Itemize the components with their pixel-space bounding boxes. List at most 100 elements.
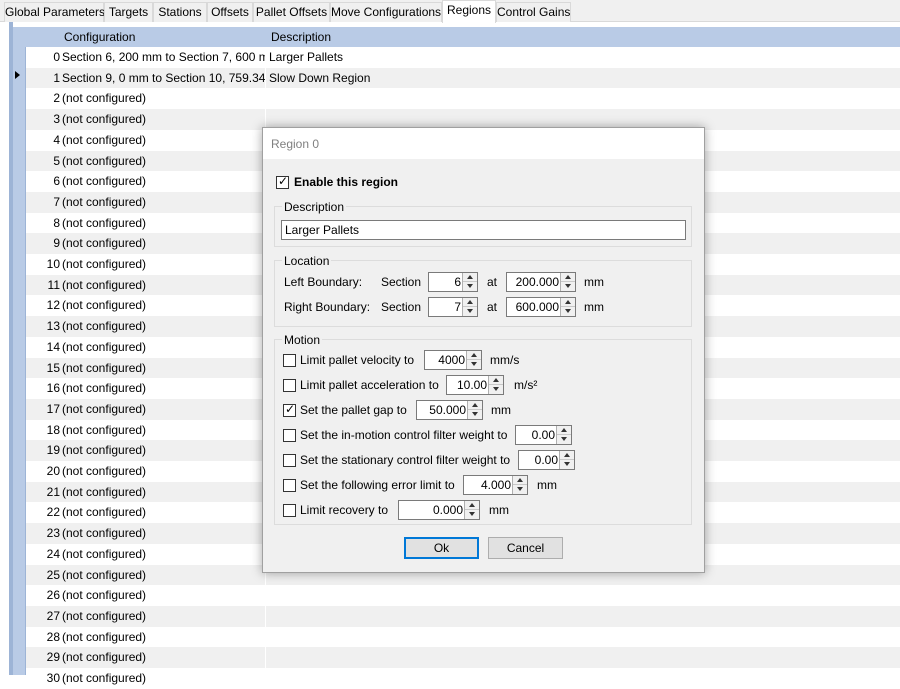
column-header-description[interactable]: Description [271,27,331,47]
configuration-cell[interactable]: (not configured) [62,668,265,689]
stationary-filter-spinner[interactable]: 0.00 [518,450,575,470]
row-index-cell[interactable]: 12 [26,295,60,316]
in-motion-filter-checkbox[interactable] [283,429,296,442]
limit-recovery-checkbox[interactable] [283,504,296,517]
velocity-spinner[interactable]: 4000 [424,350,482,370]
configuration-cell[interactable]: (not configured) [62,316,265,337]
configuration-cell[interactable]: (not configured) [62,420,265,441]
configuration-cell[interactable]: (not configured) [62,130,265,151]
configuration-cell[interactable]: (not configured) [62,399,265,420]
spinner-down-icon[interactable] [561,307,575,316]
description-cell[interactable] [269,606,869,627]
configuration-cell[interactable]: (not configured) [62,109,265,130]
configuration-cell[interactable]: (not configured) [62,171,265,192]
row-index-cell[interactable]: 3 [26,109,60,130]
spinner-down-icon[interactable] [467,360,481,369]
configuration-cell[interactable]: (not configured) [62,337,265,358]
tab-offsets[interactable]: Offsets [207,2,253,22]
spinner-up-icon[interactable] [465,501,479,510]
enable-region-label[interactable]: Enable this region [294,175,398,189]
table-row[interactable]: 29 (not configured) [26,647,900,668]
spinner-down-icon[interactable] [463,307,477,316]
table-row[interactable]: 0 Section 6, 200 mm to Section 7, 600 mm L… [26,47,900,68]
row-index-cell[interactable]: 26 [26,585,60,606]
row-index-cell[interactable]: 13 [26,316,60,337]
row-index-cell[interactable]: 5 [26,151,60,172]
configuration-cell[interactable]: (not configured) [62,461,265,482]
column-header-configuration[interactable]: Configuration [64,27,135,47]
row-index-cell[interactable]: 16 [26,378,60,399]
spinner-up-icon[interactable] [489,376,503,385]
configuration-cell[interactable]: Section 6, 200 mm to Section 7, 600 mm [62,47,265,68]
row-index-cell[interactable]: 6 [26,171,60,192]
description-cell[interactable] [269,647,869,668]
spinner-up-icon[interactable] [561,273,575,282]
left-section-spinner[interactable]: 6 [428,272,478,292]
row-index-cell[interactable]: 8 [26,213,60,234]
configuration-cell[interactable]: (not configured) [62,275,265,296]
row-index-cell[interactable]: 9 [26,233,60,254]
configuration-cell[interactable]: (not configured) [62,233,265,254]
following-error-spinner[interactable]: 4.000 [463,475,528,495]
row-index-cell[interactable]: 29 [26,647,60,668]
spinner-up-icon[interactable] [513,476,527,485]
row-index-cell[interactable]: 30 [26,668,60,689]
dialog-titlebar[interactable]: Region 0 [263,128,704,159]
row-index-cell[interactable]: 7 [26,192,60,213]
configuration-cell[interactable]: (not configured) [62,523,265,544]
row-index-cell[interactable]: 1 [26,68,60,89]
row-index-cell[interactable]: 22 [26,502,60,523]
following-error-label[interactable]: Set the following error limit to [300,478,455,492]
limit-velocity-label[interactable]: Limit pallet velocity to [300,353,414,367]
spinner-down-icon[interactable] [465,510,479,519]
configuration-cell[interactable]: (not configured) [62,647,265,668]
table-row[interactable]: 28 (not configured) [26,626,900,648]
row-index-cell[interactable]: 14 [26,337,60,358]
configuration-cell[interactable]: (not configured) [62,544,265,565]
spinner-down-icon[interactable] [468,410,482,419]
configuration-cell[interactable]: (not configured) [62,254,265,275]
spinner-up-icon[interactable] [463,298,477,307]
table-row[interactable]: 1 Section 9, 0 mm to Section 10, 759.34 Sl… [26,67,900,89]
configuration-cell[interactable]: (not configured) [62,565,265,586]
spinner-up-icon[interactable] [468,401,482,410]
row-index-cell[interactable]: 18 [26,420,60,441]
spinner-up-icon[interactable] [561,298,575,307]
configuration-cell[interactable]: (not configured) [62,192,265,213]
description-cell[interactable] [269,668,869,689]
configuration-cell[interactable]: (not configured) [62,213,265,234]
configuration-cell[interactable]: Section 9, 0 mm to Section 10, 759.34 [62,68,265,89]
row-index-cell[interactable]: 27 [26,606,60,627]
spinner-down-icon[interactable] [560,460,574,469]
table-row[interactable]: 27 (not configured) [26,605,900,627]
row-index-cell[interactable]: 24 [26,544,60,565]
configuration-cell[interactable]: (not configured) [62,585,265,606]
configuration-cell[interactable]: (not configured) [62,627,265,648]
spinner-down-icon[interactable] [489,385,503,394]
description-cell[interactable] [269,88,869,109]
stationary-filter-label[interactable]: Set the stationary control filter weight… [300,453,510,467]
spinner-down-icon[interactable] [513,485,527,494]
configuration-cell[interactable]: (not configured) [62,295,265,316]
limit-recovery-label[interactable]: Limit recovery to [300,503,388,517]
description-input[interactable]: Larger Pallets [281,220,686,240]
description-cell[interactable]: Larger Pallets [269,47,869,68]
configuration-cell[interactable]: (not configured) [62,88,265,109]
configuration-cell[interactable]: (not configured) [62,358,265,379]
row-index-cell[interactable]: 21 [26,482,60,503]
left-position-spinner[interactable]: 200.000 [506,272,576,292]
spinner-up-icon[interactable] [467,351,481,360]
description-cell[interactable] [269,585,869,606]
tab-control-gains[interactable]: Control Gains [496,2,571,22]
tab-targets[interactable]: Targets [104,2,153,22]
description-cell[interactable]: Slow Down Region [269,68,869,89]
limit-velocity-checkbox[interactable] [283,354,296,367]
table-row[interactable]: 2 (not configured) [26,88,900,110]
spinner-down-icon[interactable] [463,282,477,291]
row-index-cell[interactable]: 15 [26,358,60,379]
row-index-cell[interactable]: 19 [26,440,60,461]
in-motion-filter-spinner[interactable]: 0.00 [515,425,572,445]
stationary-filter-checkbox[interactable] [283,454,296,467]
pallet-gap-label[interactable]: Set the pallet gap to [300,403,407,417]
description-cell[interactable] [269,627,869,648]
